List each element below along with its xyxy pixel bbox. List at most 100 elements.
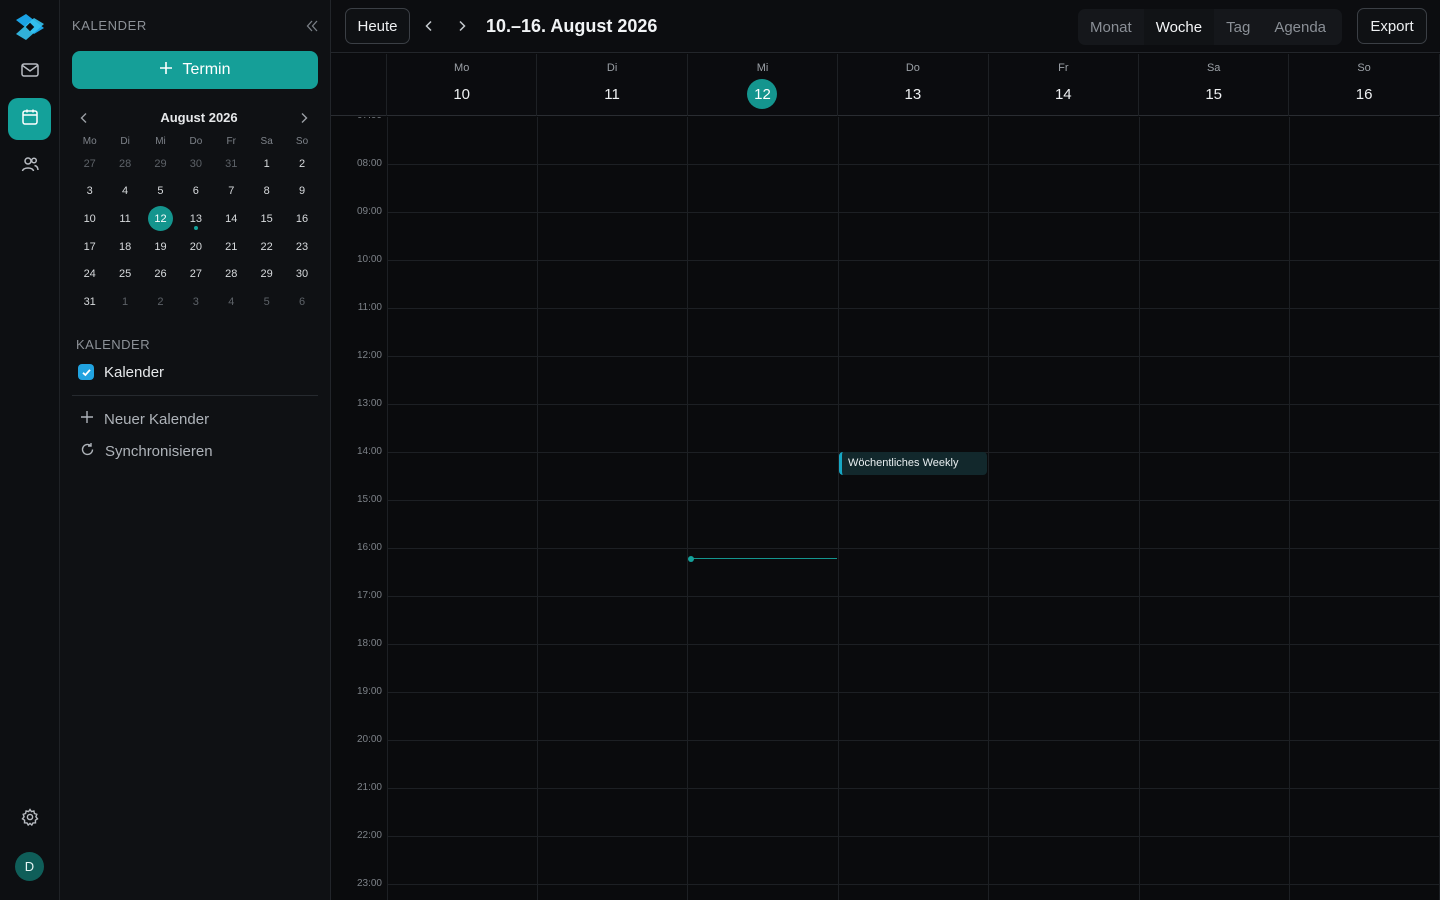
mini-day[interactable]: 31 <box>214 150 249 178</box>
mini-day[interactable]: 14 <box>214 205 249 233</box>
mini-day[interactable]: 17 <box>72 233 107 261</box>
mini-day[interactable]: 27 <box>178 260 213 288</box>
mini-day[interactable]: 19 <box>143 233 178 261</box>
mini-day[interactable]: 6 <box>284 288 319 316</box>
today-button[interactable]: Heute <box>345 8 410 44</box>
mini-day[interactable]: 27 <box>72 150 107 178</box>
mini-day-number: 8 <box>263 185 270 198</box>
calendar-item[interactable]: Kalender <box>78 362 164 382</box>
day-column-header[interactable]: Do 13 <box>838 54 989 116</box>
day-column-header[interactable]: Di 11 <box>537 54 688 116</box>
mini-day[interactable]: 3 <box>72 178 107 206</box>
mini-day[interactable]: 1 <box>107 288 142 316</box>
day-column-header[interactable]: Mo 10 <box>387 54 538 116</box>
mini-day[interactable]: 31 <box>72 288 107 316</box>
day-column-header[interactable]: Mi 12 <box>688 54 839 116</box>
nav-calendar[interactable] <box>8 98 51 140</box>
mini-day[interactable]: 2 <box>284 150 319 178</box>
hour-gridline <box>387 596 1440 597</box>
view-month[interactable]: Monat <box>1078 9 1144 45</box>
calendar-checkbox[interactable] <box>78 364 94 380</box>
mini-day[interactable]: 13 <box>178 205 213 233</box>
settings-button[interactable] <box>8 798 51 840</box>
mini-day[interactable]: 10 <box>72 205 107 233</box>
collapse-sidebar-icon[interactable] <box>304 18 320 34</box>
mini-day[interactable]: 1 <box>249 150 284 178</box>
plus-icon <box>159 61 173 80</box>
avatar[interactable]: D <box>15 852 44 881</box>
mini-day[interactable]: 7 <box>214 178 249 206</box>
mini-day-number: 3 <box>192 295 199 308</box>
day-column-header[interactable]: Fr 14 <box>989 54 1139 116</box>
sync-button[interactable]: Synchronisieren <box>80 441 213 461</box>
nav-rail: D <box>0 0 60 900</box>
date-range-title: 10.–16. August 2026 <box>486 16 658 36</box>
mini-day[interactable]: 8 <box>249 178 284 206</box>
mini-day[interactable]: 18 <box>107 233 142 261</box>
view-week[interactable]: Woche <box>1143 9 1215 45</box>
day-gridline <box>837 117 839 900</box>
sidebar-title: KALENDER <box>72 18 147 33</box>
view-agenda[interactable]: Agenda <box>1262 9 1338 45</box>
mini-day[interactable]: 5 <box>143 178 178 206</box>
chevron-left-icon[interactable] <box>421 18 437 34</box>
mini-day[interactable]: 28 <box>107 150 142 178</box>
day-column-header[interactable]: So 16 <box>1289 54 1440 116</box>
mini-day[interactable]: 12 <box>143 205 178 233</box>
mini-day[interactable]: 4 <box>214 288 249 316</box>
mini-day-number: 20 <box>189 240 202 253</box>
mini-weekday-label: Fr <box>226 136 236 147</box>
logo-icon[interactable] <box>14 12 46 42</box>
mini-day-number: 14 <box>225 212 238 225</box>
mini-day[interactable]: 11 <box>107 205 142 233</box>
hour-label: 15:00 <box>356 494 382 505</box>
nav-mail[interactable] <box>8 51 51 93</box>
mini-day[interactable]: 5 <box>249 288 284 316</box>
mini-day[interactable]: 26 <box>143 260 178 288</box>
view-switcher: Monat Woche Tag Agenda <box>1078 9 1342 45</box>
mini-day[interactable]: 30 <box>284 260 319 288</box>
export-button[interactable]: Export <box>1357 8 1427 44</box>
new-appointment-button[interactable]: Termin <box>72 51 318 89</box>
week-grid[interactable]: 07:00 08:00 09:00 10:00 11:00 12:00 13:00 14:00… <box>331 117 1440 900</box>
hour-gridline <box>387 836 1440 837</box>
hour-gridline <box>387 884 1440 885</box>
new-calendar-button[interactable]: Neuer Kalender <box>80 409 209 429</box>
day-column-header[interactable]: Sa 15 <box>1139 54 1290 116</box>
mini-day-number: 31 <box>83 295 96 308</box>
mini-day[interactable]: 3 <box>178 288 213 316</box>
hour-label: 08:00 <box>356 158 382 169</box>
mini-day[interactable]: 24 <box>72 260 107 288</box>
calendar-icon <box>20 107 40 132</box>
mini-day-number: 2 <box>157 295 164 308</box>
mini-day[interactable]: 29 <box>143 150 178 178</box>
nav-contacts[interactable] <box>8 145 51 187</box>
mini-day[interactable]: 9 <box>284 178 319 206</box>
hour-gridline <box>387 356 1440 357</box>
mini-calendar-grid: Mo Di Mi Do Fr Sa So 27 28 29 30 31 1 2 3 4 5 6 7 8 9 10 11 12 1… <box>72 136 326 316</box>
mini-day[interactable]: 4 <box>107 178 142 206</box>
chevron-right-icon[interactable] <box>454 18 470 34</box>
chevron-right-icon[interactable] <box>296 110 312 126</box>
mini-day[interactable]: 16 <box>284 205 319 233</box>
mini-day[interactable]: 2 <box>143 288 178 316</box>
mini-day[interactable]: 15 <box>249 205 284 233</box>
mini-day[interactable]: 22 <box>249 233 284 261</box>
mini-day[interactable]: 25 <box>107 260 142 288</box>
mini-day[interactable]: 30 <box>178 150 213 178</box>
mini-day-number: 5 <box>263 295 270 308</box>
mini-day[interactable]: 20 <box>178 233 213 261</box>
calendars-heading: KALENDER <box>76 337 151 352</box>
hour-label: 10:00 <box>356 254 382 265</box>
view-day[interactable]: Tag <box>1214 9 1262 45</box>
mini-day[interactable]: 21 <box>214 233 249 261</box>
hour-label: 16:00 <box>356 542 382 553</box>
mini-day[interactable]: 6 <box>178 178 213 206</box>
mini-day[interactable]: 23 <box>284 233 319 261</box>
mini-day-number: 1 <box>122 295 129 308</box>
sidebar: KALENDER Termin August 2026 Mo Di Mi Do Fr Sa <box>60 0 331 900</box>
mini-day[interactable]: 28 <box>214 260 249 288</box>
mini-day-number: 15 <box>260 212 273 225</box>
mini-day[interactable]: 29 <box>249 260 284 288</box>
event[interactable]: Wöchentliches Weekly <box>839 452 987 475</box>
